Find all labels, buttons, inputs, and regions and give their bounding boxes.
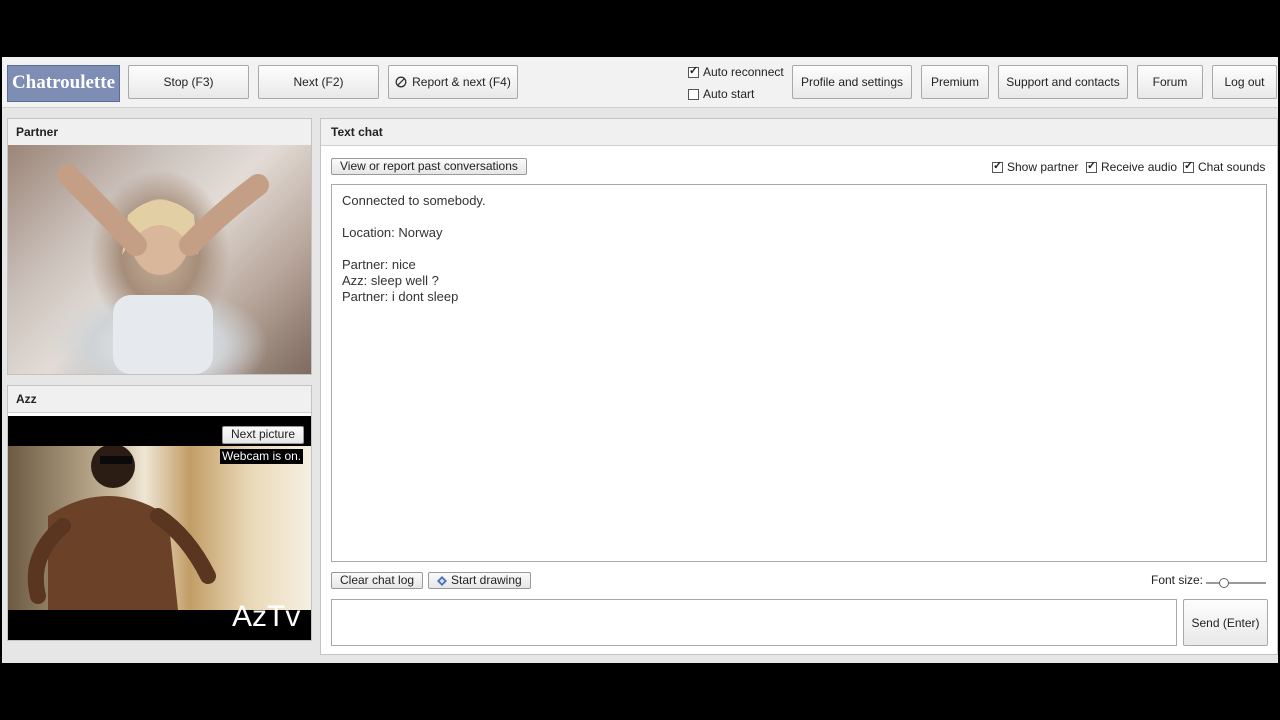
report-next-button[interactable]: Report & next (F4) bbox=[388, 65, 518, 99]
receive-audio-checkbox[interactable]: Receive audio bbox=[1086, 159, 1178, 174]
report-next-label: Report & next (F4) bbox=[412, 75, 511, 89]
chat-line: Location: Norway bbox=[342, 225, 443, 240]
logo[interactable]: Chatroulette bbox=[7, 65, 120, 102]
partner-panel-title: Partner bbox=[8, 119, 311, 146]
partner-video bbox=[8, 145, 311, 374]
message-input[interactable] bbox=[331, 599, 1177, 646]
chat-log[interactable]: Connected to somebody. Location: Norway … bbox=[331, 184, 1267, 562]
stop-button[interactable]: Stop (F3) bbox=[128, 65, 249, 99]
chat-line: Connected to somebody. bbox=[342, 193, 486, 208]
start-drawing-button[interactable]: Start drawing bbox=[428, 572, 531, 589]
next-picture-button[interactable]: Next picture bbox=[222, 426, 305, 444]
top-toolbar: Chatroulette Stop (F3) Next (F2) Report … bbox=[2, 57, 1278, 108]
premium-button[interactable]: Premium bbox=[921, 65, 989, 99]
show-partner-check[interactable] bbox=[992, 159, 1003, 173]
webcam-status: Webcam is on. bbox=[220, 449, 304, 464]
self-panel-title: Azz bbox=[8, 386, 311, 413]
self-video-frame bbox=[8, 444, 311, 610]
auto-reconnect-label: Auto reconnect bbox=[703, 65, 784, 79]
auto-start-label: Auto start bbox=[703, 87, 755, 101]
chat-sounds-check[interactable] bbox=[1183, 159, 1194, 173]
font-size-slider[interactable] bbox=[1206, 578, 1266, 588]
chat-line: Partner: i dont sleep bbox=[342, 289, 459, 304]
past-conversations-button[interactable]: View or report past conversations bbox=[331, 158, 527, 175]
chatroulette-app: Chatroulette Stop (F3) Next (F2) Report … bbox=[2, 57, 1278, 663]
self-video-figure bbox=[27, 444, 216, 610]
auto-reconnect-check[interactable] bbox=[688, 64, 699, 78]
font-size-slider-track bbox=[1206, 582, 1266, 584]
font-size-slider-thumb[interactable] bbox=[1218, 578, 1229, 588]
start-drawing-label: Start drawing bbox=[451, 573, 522, 587]
chat-sounds-label: Chat sounds bbox=[1198, 160, 1266, 174]
auto-reconnect-checkbox[interactable]: Auto reconnect bbox=[688, 64, 784, 79]
clear-chat-log-button[interactable]: Clear chat log bbox=[331, 572, 424, 589]
self-panel: Azz Next picture Webcam is on. AzTv bbox=[7, 385, 312, 641]
receive-audio-check[interactable] bbox=[1086, 159, 1097, 173]
chat-line-spacer bbox=[342, 209, 1256, 225]
watermark-text: AzTv bbox=[232, 600, 301, 633]
no-entry-icon bbox=[395, 76, 407, 88]
auto-start-check[interactable] bbox=[688, 88, 699, 100]
support-contacts-button[interactable]: Support and contacts bbox=[998, 65, 1128, 99]
forum-button[interactable]: Forum bbox=[1137, 65, 1203, 99]
send-button[interactable]: Send (Enter) bbox=[1183, 599, 1268, 646]
chat-line: Partner: nice bbox=[342, 257, 416, 272]
profile-settings-button[interactable]: Profile and settings bbox=[792, 65, 912, 99]
font-size-label: Font size: bbox=[1151, 573, 1204, 587]
pencil-diamond-icon bbox=[437, 575, 447, 586]
partner-panel: Partner bbox=[7, 118, 312, 375]
receive-audio-label: Receive audio bbox=[1101, 160, 1178, 174]
text-chat-title: Text chat bbox=[321, 119, 1277, 146]
show-partner-checkbox[interactable]: Show partner bbox=[992, 159, 1079, 174]
logout-button[interactable]: Log out bbox=[1212, 65, 1277, 99]
self-video: Next picture Webcam is on. AzTv bbox=[8, 416, 311, 640]
chat-line-spacer bbox=[342, 241, 1256, 257]
chat-line: Azz: sleep well ? bbox=[342, 273, 439, 288]
partner-video-figure bbox=[57, 164, 269, 374]
next-button[interactable]: Next (F2) bbox=[258, 65, 379, 99]
chat-sounds-checkbox[interactable]: Chat sounds bbox=[1183, 159, 1266, 174]
auto-start-checkbox[interactable]: Auto start bbox=[688, 87, 754, 101]
show-partner-label: Show partner bbox=[1007, 160, 1079, 174]
text-chat-panel: Text chat View or report past conversati… bbox=[320, 118, 1278, 655]
